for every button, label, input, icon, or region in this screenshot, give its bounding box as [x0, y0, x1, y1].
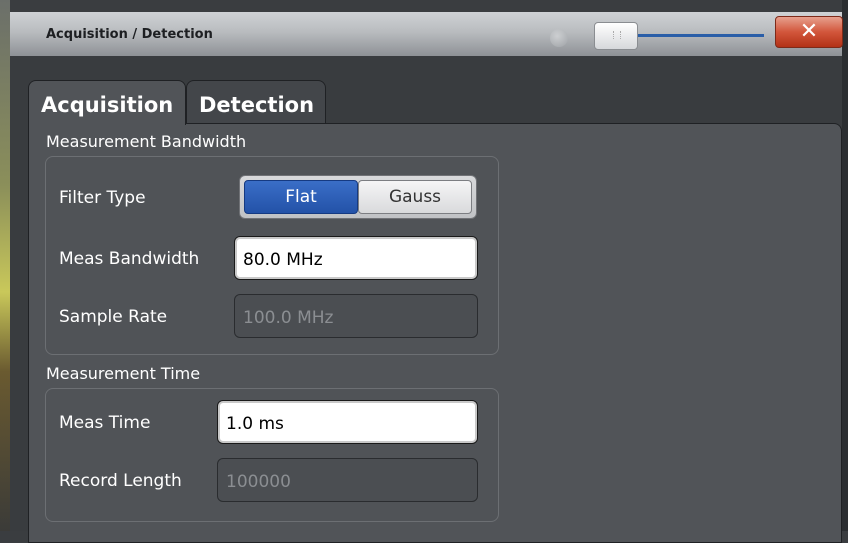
meas-bandwidth-input[interactable]: 80.0 MHz	[234, 236, 478, 280]
filter-type-gauss-option[interactable]: Gauss	[358, 180, 472, 214]
dialog-body: Acquisition Detection Measurement Bandwi…	[10, 56, 842, 543]
transparency-slider-handle[interactable]	[594, 22, 638, 50]
filter-type-label: Filter Type	[59, 188, 146, 208]
meas-bandwidth-label: Meas Bandwidth	[59, 249, 200, 269]
meas-time-label: Meas Time	[59, 413, 151, 433]
tab-detection[interactable]: Detection	[186, 80, 326, 124]
acquisition-panel: Measurement Bandwidth Filter Type Flat G…	[28, 123, 842, 543]
background-strip-right	[842, 0, 848, 531]
meas-time-input[interactable]: 1.0 ms	[217, 400, 478, 444]
close-icon: ✕	[799, 19, 819, 44]
tab-detection-label: Detection	[199, 93, 315, 117]
sample-rate-field: 100.0 MHz	[234, 294, 478, 338]
dialog-title: Acquisition / Detection	[46, 27, 213, 42]
record-length-label: Record Length	[59, 471, 182, 491]
record-length-field: 100000	[217, 458, 478, 502]
dialog-titlebar[interactable]: Acquisition / Detection ✕	[10, 12, 843, 57]
filter-type-toggle[interactable]: Flat Gauss	[239, 175, 477, 219]
tab-acquisition[interactable]: Acquisition	[28, 80, 186, 125]
close-button[interactable]: ✕	[775, 16, 843, 48]
background-strip-left	[0, 0, 10, 531]
title-decoration-icon	[550, 29, 568, 47]
measurement-time-title: Measurement Time	[46, 364, 201, 383]
sample-rate-label: Sample Rate	[59, 307, 168, 327]
measurement-bandwidth-title: Measurement Bandwidth	[46, 132, 247, 151]
transparency-slider-track[interactable]	[638, 34, 764, 37]
filter-type-flat-option[interactable]: Flat	[244, 180, 358, 214]
tab-acquisition-label: Acquisition	[41, 93, 174, 117]
